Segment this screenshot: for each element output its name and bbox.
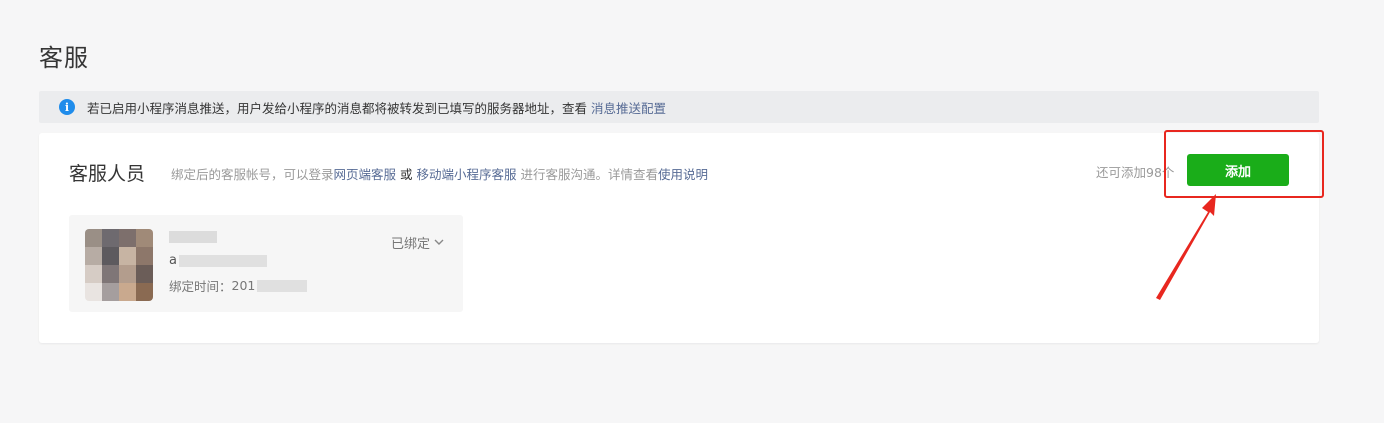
notice-bar: i 若已启用小程序消息推送，用户发给小程序的消息都将被转发到已填写的服务器地址，…: [39, 91, 1319, 123]
annotation-arrow: [1156, 194, 1216, 300]
web-service-link[interactable]: 网页端客服: [334, 167, 397, 182]
customer-service-card: 客服人员 绑定后的客服帐号，可以登录网页端客服 或 移动端小程序客服 进行客服沟…: [39, 130, 1324, 343]
notice-text: 若已启用小程序消息推送，用户发给小程序的消息都将被转发到已填写的服务器地址，查看: [87, 100, 588, 116]
info-icon: i: [59, 99, 75, 115]
bind-time-label: 绑定时间：: [169, 279, 232, 294]
desc-mid: 进行客服沟通。详情查看: [516, 167, 658, 182]
bound-status-label: 已绑定: [391, 237, 431, 252]
avatar: [85, 229, 153, 301]
bind-time-redacted: [257, 279, 308, 292]
help-link[interactable]: 使用说明: [658, 167, 708, 182]
page-title: 客服: [39, 44, 89, 72]
push-config-link[interactable]: 消息推送配置: [591, 98, 666, 117]
bind-time-value: 201: [231, 278, 256, 293]
chevron-down-icon: [434, 239, 444, 245]
remaining-count: 还可添加98个: [1096, 165, 1175, 180]
mobile-service-link[interactable]: 移动端小程序客服: [416, 167, 516, 182]
agent-account-prefix: a: [169, 253, 177, 268]
desc-prefix: 绑定后的客服帐号，可以登录: [171, 167, 334, 182]
agent-card: a 绑定时间： 201 已绑定: [69, 215, 463, 312]
section-title: 客服人员: [69, 163, 146, 185]
agent-name-redacted: [169, 231, 217, 245]
add-button[interactable]: 添加: [1187, 154, 1289, 186]
section-description: 绑定后的客服帐号，可以登录网页端客服 或 移动端小程序客服 进行客服沟通。详情查…: [171, 164, 708, 183]
agent-account: a: [169, 253, 267, 268]
bound-status-dropdown[interactable]: 已绑定: [391, 233, 444, 252]
agent-bind-time: 绑定时间： 201: [169, 276, 308, 295]
desc-or: 或: [396, 167, 417, 182]
agent-account-redacted: [178, 254, 267, 267]
